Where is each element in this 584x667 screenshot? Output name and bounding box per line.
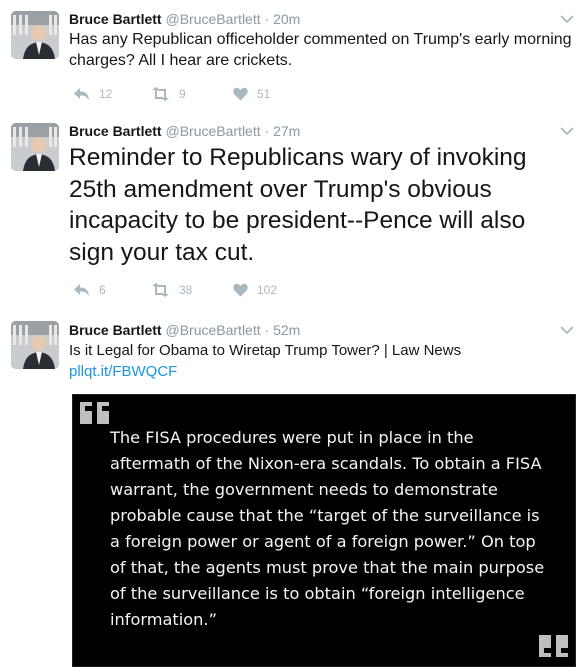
open-quote-icon — [80, 402, 109, 424]
avatar-image — [11, 11, 59, 59]
reply-button[interactable]: 6 — [73, 280, 106, 300]
author-name[interactable]: Bruce Bartlett — [69, 322, 162, 338]
avatar[interactable] — [11, 123, 59, 171]
tweet-actions: 6 38 102 — [69, 280, 369, 300]
tweet-header: Bruce Bartlett @BruceBartlett · 20m — [69, 10, 300, 28]
like-count: 102 — [257, 283, 278, 297]
reply-icon — [74, 88, 89, 100]
author-handle[interactable]: @BruceBartlett — [165, 322, 260, 338]
author-handle[interactable]: @BruceBartlett — [165, 123, 260, 139]
reply-button[interactable]: 12 — [73, 84, 112, 104]
retweet-count: 38 — [179, 283, 193, 297]
timestamp[interactable]: 27m — [273, 123, 300, 139]
author-name[interactable]: Bruce Bartlett — [69, 11, 162, 27]
chevron-down-icon[interactable] — [560, 14, 574, 24]
timestamp[interactable]: 52m — [273, 322, 300, 338]
tweet-text: Reminder to Republicans wary of invoking… — [69, 144, 527, 266]
author-name[interactable]: Bruce Bartlett — [69, 123, 162, 139]
like-count: 51 — [257, 87, 271, 101]
reply-count: 12 — [99, 87, 113, 101]
timestamp[interactable]: 20m — [273, 11, 300, 27]
retweet-button[interactable]: 38 — [151, 280, 192, 300]
chevron-down-icon[interactable] — [560, 126, 574, 136]
tweet-link[interactable]: pllqt.it/FBWQCF — [69, 361, 574, 382]
retweet-icon — [152, 87, 169, 101]
retweet-count: 9 — [179, 87, 186, 101]
retweet-icon — [152, 283, 169, 297]
like-button[interactable]: 102 — [233, 280, 277, 300]
quote-text: The FISA procedures were put in place in… — [110, 428, 545, 629]
separator: · — [264, 11, 270, 27]
reply-count: 6 — [99, 283, 106, 297]
tweet-header: Bruce Bartlett @BruceBartlett · 52m — [69, 321, 300, 339]
chevron-down-icon[interactable] — [560, 325, 574, 335]
close-quote-icon — [539, 635, 568, 657]
tweet-text-block: Is it Legal for Obama to Wiretap Trump T… — [69, 340, 574, 382]
tweet[interactable]: Bruce Bartlett @BruceBartlett · 20m Has … — [0, 0, 584, 113]
author-handle[interactable]: @BruceBartlett — [165, 11, 260, 27]
tweet-actions: 12 9 51 — [69, 84, 369, 104]
avatar-image — [11, 123, 59, 171]
avatar[interactable] — [11, 11, 59, 59]
heart-icon — [233, 283, 248, 297]
like-button[interactable]: 51 — [233, 84, 270, 104]
tweet-header: Bruce Bartlett @BruceBartlett · 27m — [69, 122, 300, 140]
separator: · — [264, 123, 270, 139]
reply-icon — [74, 284, 89, 296]
quote-image[interactable]: The FISA procedures were put in place in… — [72, 394, 576, 667]
retweet-button[interactable]: 9 — [151, 84, 186, 104]
tweet-text: Is it Legal for Obama to Wiretap Trump T… — [69, 342, 462, 359]
heart-icon — [233, 87, 248, 101]
separator: · — [264, 322, 270, 338]
avatar-image — [11, 321, 59, 369]
tweet[interactable]: Bruce Bartlett @BruceBartlett · 27m Remi… — [0, 112, 584, 309]
tweet-text: Has any Republican officeholder commente… — [69, 31, 572, 69]
avatar[interactable] — [11, 321, 59, 369]
